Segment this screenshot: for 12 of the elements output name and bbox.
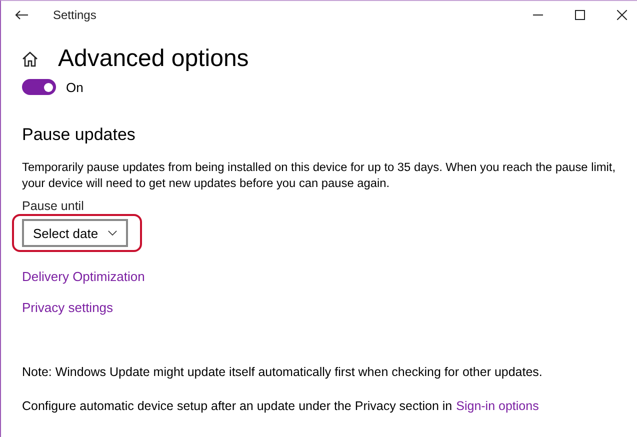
- description-text: Temporarily pause updates from being installed on this device for up to 35 days. When you reach the pause limit, your device will need to get new updates before you can pause again.: [22, 159, 617, 191]
- page-title: Advanced options: [58, 45, 249, 73]
- toggle-label: On: [66, 80, 84, 94]
- note-text: Note: Windows Update might update itself automatically first when checking for other updates.: [22, 365, 544, 379]
- section-heading: Pause updates: [22, 125, 136, 145]
- footer-text: Configure automatic device setup after an update under the Privacy section in: [22, 399, 452, 413]
- sign-in-options-link[interactable]: Sign-in options: [456, 399, 539, 413]
- field-label: Pause until: [22, 199, 85, 213]
- window-title: Settings: [53, 8, 96, 22]
- settings-link[interactable]: Delivery Optimization: [22, 269, 145, 284]
- settings-link[interactable]: Privacy settings: [22, 300, 114, 315]
- date-dropdown[interactable]: Select date: [22, 219, 128, 247]
